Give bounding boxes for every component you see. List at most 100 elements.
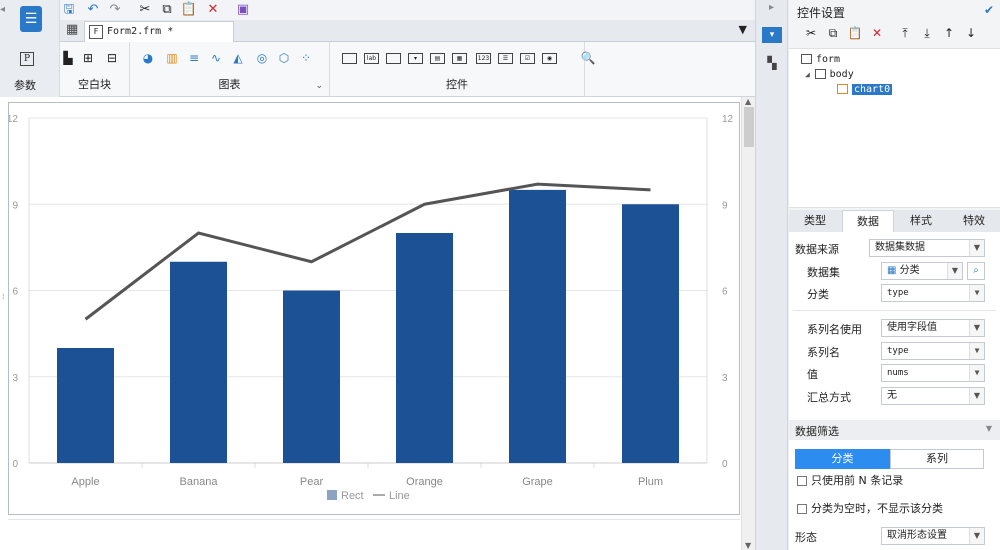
pie-chart-icon[interactable]: ◕ (140, 51, 156, 65)
move-top-icon[interactable]: ⤒ (897, 25, 913, 41)
chevron-down-icon: ▼ (969, 285, 984, 301)
y-tick-label-left: 3 (12, 373, 18, 384)
delete-icon[interactable]: ✕ (204, 1, 222, 19)
row-value: 值 nums ▼ (789, 362, 1000, 384)
collapse-icon[interactable]: ▼ (986, 424, 992, 433)
cut-icon[interactable]: ✂ (136, 1, 154, 19)
ribbon-group-blank-label: 空白块 (78, 78, 111, 91)
scatter-chart-icon[interactable]: ⁘ (298, 51, 314, 65)
series-name-select[interactable]: type ▼ (881, 342, 985, 360)
top-n-checkbox[interactable]: 只使用前 N 条记录 (797, 474, 903, 488)
param-icon[interactable]: P (20, 52, 34, 66)
app-logo-icon[interactable]: ☰ (20, 6, 42, 32)
dataset-select[interactable]: ▦ 分类 ▼ (881, 262, 963, 280)
area-chart-icon[interactable]: ◭ (230, 51, 246, 65)
y-tick-label-right: 12 (722, 114, 734, 125)
redo-icon[interactable]: ↷ (106, 1, 124, 19)
expand-right-icon[interactable]: ▸ (769, 2, 774, 13)
ribbon-group-chart: ◕ ▥ ≡ ∿ ◭ ◎ ⬡ ⁘ 图表 ⌄ (130, 42, 330, 97)
expand-icon[interactable]: ◢ (805, 70, 815, 79)
data-filter-header[interactable]: 数据筛选 ▼ (789, 420, 1000, 440)
gauge-chart-icon[interactable]: ◎ (254, 51, 270, 65)
bar (57, 348, 114, 463)
scroll-thumb[interactable] (744, 107, 754, 147)
table-control-icon[interactable]: ▦ (452, 53, 467, 64)
value-select[interactable]: nums ▼ (881, 364, 985, 382)
chart-component[interactable]: 0 0 3 3 6 6 9 9 12 12 Apple Banana Pear Orange Grape Pl… (8, 102, 740, 515)
scroll-up-icon[interactable]: ▲ (745, 97, 751, 106)
scroll-down-icon[interactable]: ▼ (745, 541, 751, 550)
number-control-icon[interactable]: 123 (476, 53, 491, 64)
tab-type[interactable]: 类型 (789, 210, 841, 232)
checkbox-control-icon[interactable]: ☑ (520, 53, 535, 64)
grid-view-icon[interactable]: ▦ (66, 23, 80, 37)
series-name-label: 系列名 (807, 346, 840, 359)
chevron-down-icon: ▼ (969, 388, 984, 404)
tab-menu-icon[interactable]: ▼ (739, 23, 747, 36)
radio-control-icon[interactable]: ◉ (542, 53, 557, 64)
ribbon-group-chart-label: 图表 (218, 78, 241, 91)
x-tick-label: Banana (180, 476, 219, 488)
paste-icon[interactable]: 📋 (847, 25, 863, 41)
summary-label: 汇总方式 (807, 391, 851, 404)
chevron-down-icon: ▼ (969, 365, 984, 381)
data-source-select[interactable]: 数据集数据 ▼ (869, 239, 985, 257)
control-settings-tab-icon[interactable]: ▾ (762, 27, 782, 43)
row-shape: 形态 取消形态设置 ▼ (789, 525, 1000, 547)
tab-data[interactable]: 数据 (842, 210, 894, 232)
move-down-icon[interactable]: ↓ (963, 25, 979, 41)
tree-node-chart[interactable]: chart0 (837, 83, 893, 97)
table-block-icon[interactable]: ⊟ (104, 51, 120, 65)
tab-effects[interactable]: 特效 (948, 210, 1000, 232)
move-up-icon[interactable]: ↑ (941, 25, 957, 41)
collapse-left-icon[interactable]: ◂ (0, 0, 8, 20)
bar-chart-icon[interactable]: ▥ (164, 51, 180, 65)
y-tick-label-left: 0 (12, 459, 18, 470)
tree-node-form[interactable]: form (801, 53, 840, 67)
filter-category-segment[interactable]: 分类 (795, 449, 890, 469)
chevron-down-icon[interactable]: ⌄ (315, 81, 323, 91)
textbox-control-icon[interactable]: lab (364, 53, 379, 64)
undo-icon[interactable]: ↶ (84, 1, 102, 19)
vertical-scrollbar[interactable]: ▲ ▼ (741, 97, 755, 550)
chevron-down-icon: ▼ (969, 528, 984, 544)
radar-chart-icon[interactable]: ⬡ (276, 51, 292, 65)
label-control-icon[interactable] (342, 53, 357, 64)
delete-icon[interactable]: ✕ (869, 25, 885, 41)
input-control-icon[interactable] (386, 53, 401, 64)
blank-block-icon[interactable]: ▙ (60, 51, 76, 65)
line-chart-icon[interactable]: ∿ (208, 51, 224, 65)
filter-series-segment[interactable]: 系列 (890, 449, 984, 469)
search-icon[interactable]: ⌕ (967, 262, 985, 280)
hide-empty-checkbox[interactable]: 分类为空时，不显示该分类 (797, 502, 943, 516)
date-control-icon[interactable]: ▤ (430, 53, 445, 64)
separator (793, 310, 996, 311)
horizontal-bar-icon[interactable]: ≡ (186, 51, 202, 65)
shape-select[interactable]: 取消形态设置 ▼ (881, 527, 985, 545)
preview-icon[interactable]: ▣ (234, 1, 252, 19)
find-icon[interactable]: 🔍 (580, 51, 596, 65)
chevron-down-icon: ▼ (969, 320, 984, 336)
pin-icon[interactable]: ✔ (984, 3, 994, 17)
series-name-use-select[interactable]: 使用字段值 ▼ (881, 319, 985, 337)
paste-icon[interactable]: 📋 (180, 1, 198, 19)
layout-tab-icon[interactable]: ▚ (764, 55, 780, 71)
ribbon-group-blank: ▙ ⊞ ⊟ 空白块 (60, 42, 130, 97)
copy-icon[interactable]: ⧉ (158, 1, 176, 19)
category-select[interactable]: type ▼ (881, 284, 985, 302)
copy-icon[interactable]: ⧉ (825, 25, 841, 41)
tree-node-body[interactable]: ◢ body (805, 68, 854, 82)
file-tab[interactable]: F Form2.frm * (84, 21, 234, 42)
summary-select[interactable]: 无 ▼ (881, 387, 985, 405)
save-icon[interactable]: 🖫 (60, 1, 78, 19)
data-settings-form: 数据来源 数据集数据 ▼ 数据集 ▦ 分类 ▼ ⌕ 分类 type ▼ 系列名使用 使… (789, 232, 1000, 550)
move-bottom-icon[interactable]: ⤓ (919, 25, 935, 41)
chevron-down-icon: ▼ (947, 263, 962, 279)
tab-style[interactable]: 样式 (895, 210, 947, 232)
y-tick-label-right: 3 (722, 373, 728, 384)
combo-control-icon[interactable]: ▾ (408, 53, 423, 64)
cut-icon[interactable]: ✂ (803, 25, 819, 41)
resize-handle-icon[interactable]: ⁞ (2, 292, 5, 301)
list-control-icon[interactable]: ☰ (498, 53, 513, 64)
tab-block-icon[interactable]: ⊞ (80, 51, 96, 65)
